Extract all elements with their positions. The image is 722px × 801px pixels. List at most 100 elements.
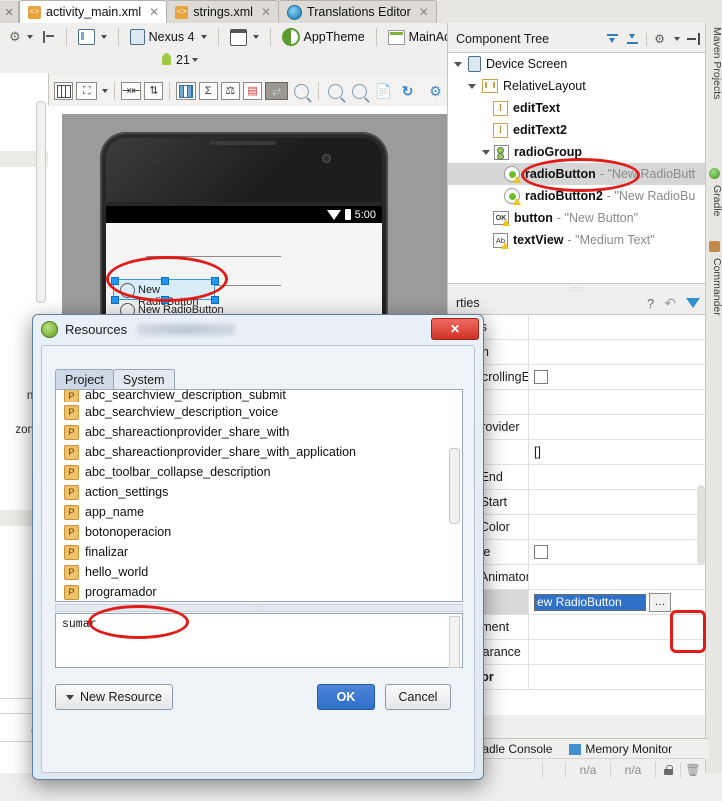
memory-monitor-button[interactable]: Memory Monitor bbox=[569, 742, 672, 756]
zoom-to-fit-button[interactable]: ⛶ bbox=[76, 82, 98, 100]
balance-button[interactable]: ⚖ bbox=[220, 82, 240, 100]
property-value[interactable] bbox=[528, 515, 706, 539]
property-value[interactable] bbox=[528, 365, 706, 389]
tree-row-edittext2[interactable]: I editText2 bbox=[448, 119, 706, 141]
component-tree[interactable]: Device Screen RelativeLayout I editText … bbox=[448, 52, 706, 284]
property-row[interactable]: nLines bbox=[448, 315, 706, 340]
property-value[interactable] bbox=[528, 490, 706, 514]
tab-project[interactable]: Project bbox=[55, 369, 114, 390]
property-value[interactable] bbox=[528, 640, 706, 664]
property-value[interactable] bbox=[528, 615, 706, 639]
tree-row-radiobutton2[interactable]: radioButton2 - "New RadioBu bbox=[448, 185, 706, 207]
hide-panel-icon[interactable] bbox=[687, 33, 700, 45]
resource-list-scrollbar[interactable] bbox=[449, 448, 460, 524]
toolwindow-maven-projects[interactable]: Maven Projects bbox=[706, 25, 722, 99]
property-row[interactable]: dding [] bbox=[448, 440, 706, 465]
property-row[interactable]: ddingStart bbox=[448, 490, 706, 515]
new-resource-button[interactable]: New Resource bbox=[55, 684, 173, 710]
list-item[interactable]: P programador bbox=[56, 582, 462, 601]
blueprint-mode-button[interactable] bbox=[176, 82, 196, 100]
include-in-button[interactable]: ⇥⇤ bbox=[121, 82, 142, 100]
panel-splitter[interactable]: :::: bbox=[448, 285, 706, 293]
property-row[interactable]: tlineProvider bbox=[448, 415, 706, 440]
refresh-button[interactable]: ↻ bbox=[397, 82, 418, 100]
property-row-text[interactable]: xt ew RadioButton … bbox=[448, 590, 706, 615]
properties-table[interactable]: nLines nWidth stedScrollingEnat Click tl… bbox=[448, 314, 706, 715]
close-icon[interactable]: ✕ bbox=[261, 5, 271, 19]
delete-constraints-button[interactable]: ▤ bbox=[242, 82, 263, 100]
property-value-editor[interactable]: ew RadioButton … bbox=[528, 590, 706, 614]
screenshot-button[interactable]: 📄 bbox=[373, 82, 394, 100]
zoom-out-button[interactable] bbox=[349, 82, 370, 100]
properties-scrollbar[interactable] bbox=[697, 485, 705, 565]
list-item[interactable]: P abc_toolbar_collapse_description bbox=[56, 462, 462, 482]
tab-translations-editor[interactable]: Translations Editor ✕ bbox=[278, 0, 437, 23]
property-row[interactable]: ddingEnd bbox=[448, 465, 706, 490]
lock-toggle[interactable] bbox=[655, 762, 680, 778]
resource-picker-button[interactable]: … bbox=[649, 592, 671, 612]
show-layouts-button[interactable] bbox=[54, 82, 74, 100]
tab-overflow-stub[interactable]: ✕ bbox=[0, 1, 19, 23]
property-value[interactable] bbox=[528, 415, 706, 439]
extract-style-button[interactable]: ⇅ bbox=[144, 82, 164, 100]
dialog-splitter[interactable]: :::: bbox=[55, 604, 463, 612]
design-settings-button[interactable]: ⚙ bbox=[424, 82, 447, 100]
property-row[interactable]: tAlignment bbox=[448, 615, 706, 640]
property-row[interactable]: adowColor bbox=[448, 515, 706, 540]
property-value[interactable]: [] bbox=[528, 440, 706, 464]
chevron-down-icon[interactable] bbox=[102, 89, 109, 93]
api-level-selector[interactable]: 21 bbox=[160, 53, 198, 67]
list-item[interactable]: P app_name bbox=[56, 502, 462, 522]
tree-row-radiobutton[interactable]: radioButton - "New RadioButt bbox=[448, 163, 706, 185]
tree-row-textview[interactable]: Ab textView - "Medium Text" bbox=[448, 229, 706, 251]
list-item[interactable]: P finalizar bbox=[56, 542, 462, 562]
property-value[interactable] bbox=[528, 565, 706, 589]
property-row[interactable]: tAppearance bbox=[448, 640, 706, 665]
checkbox[interactable] bbox=[534, 545, 548, 559]
cancel-button[interactable]: Cancel bbox=[385, 684, 451, 710]
tab-strings-xml[interactable]: <> strings.xml ✕ bbox=[166, 0, 280, 23]
property-row[interactable]: teListAnimator bbox=[448, 565, 706, 590]
list-item[interactable]: P action_settings bbox=[56, 482, 462, 502]
zoom-in-button[interactable] bbox=[325, 82, 346, 100]
resize-handle[interactable] bbox=[211, 277, 219, 285]
autoconnect-button[interactable]: ⥂ bbox=[265, 82, 289, 100]
property-value[interactable] bbox=[528, 665, 706, 689]
property-value[interactable] bbox=[528, 540, 706, 564]
property-value[interactable] bbox=[528, 465, 706, 489]
tab-activity-main-xml[interactable]: <> activity_main.xml ✕ bbox=[19, 0, 168, 23]
orientation-selector[interactable] bbox=[225, 27, 264, 48]
palette-scrollbar[interactable] bbox=[36, 101, 46, 303]
collapse-panel-button[interactable] bbox=[38, 28, 60, 46]
theme-selector[interactable]: AppTheme bbox=[277, 26, 370, 48]
twisty-open-icon[interactable] bbox=[482, 149, 490, 155]
property-value[interactable] bbox=[528, 390, 706, 414]
gear-icon[interactable]: ⚙ bbox=[654, 32, 665, 46]
toolwindow-commander[interactable]: Commander bbox=[706, 256, 722, 316]
expand-all-icon[interactable] bbox=[606, 33, 619, 46]
close-button[interactable]: ✕ bbox=[431, 318, 479, 340]
selected-radiobutton-preview[interactable]: New RadioButton bbox=[111, 277, 219, 308]
list-item[interactable]: P hello_world bbox=[56, 562, 462, 582]
resize-handle[interactable] bbox=[111, 277, 119, 285]
reset-icon[interactable]: ↶ bbox=[664, 295, 676, 312]
toolwindow-gradle[interactable]: Gradle bbox=[706, 183, 722, 217]
device-selector[interactable]: Nexus 4 bbox=[125, 27, 212, 47]
property-value[interactable] bbox=[528, 340, 706, 364]
list-item[interactable]: P abc_searchview_description_voice bbox=[56, 402, 462, 422]
list-item[interactable]: P botonoperacion bbox=[56, 522, 462, 542]
property-row[interactable]: gleLine bbox=[448, 540, 706, 565]
list-item[interactable]: P abc_shareactionprovider_share_with_app… bbox=[56, 442, 462, 462]
property-row[interactable]: xtColor bbox=[448, 665, 706, 690]
text-input[interactable]: ew RadioButton bbox=[534, 593, 646, 611]
list-item[interactable]: P abc_searchview_description_submit bbox=[56, 390, 462, 402]
property-row[interactable]: Click bbox=[448, 390, 706, 415]
list-item[interactable]: P abc_shareactionprovider_share_with bbox=[56, 422, 462, 442]
sum-button[interactable]: Σ bbox=[198, 82, 218, 100]
property-row[interactable]: nWidth bbox=[448, 340, 706, 365]
tab-system[interactable]: System bbox=[112, 369, 175, 390]
collapse-all-icon[interactable] bbox=[626, 33, 639, 46]
preview-scrollbar[interactable] bbox=[449, 616, 460, 668]
zoom-actual-size-button[interactable] bbox=[291, 82, 312, 100]
tree-row-radiogroup[interactable]: radioGroup bbox=[448, 141, 706, 163]
